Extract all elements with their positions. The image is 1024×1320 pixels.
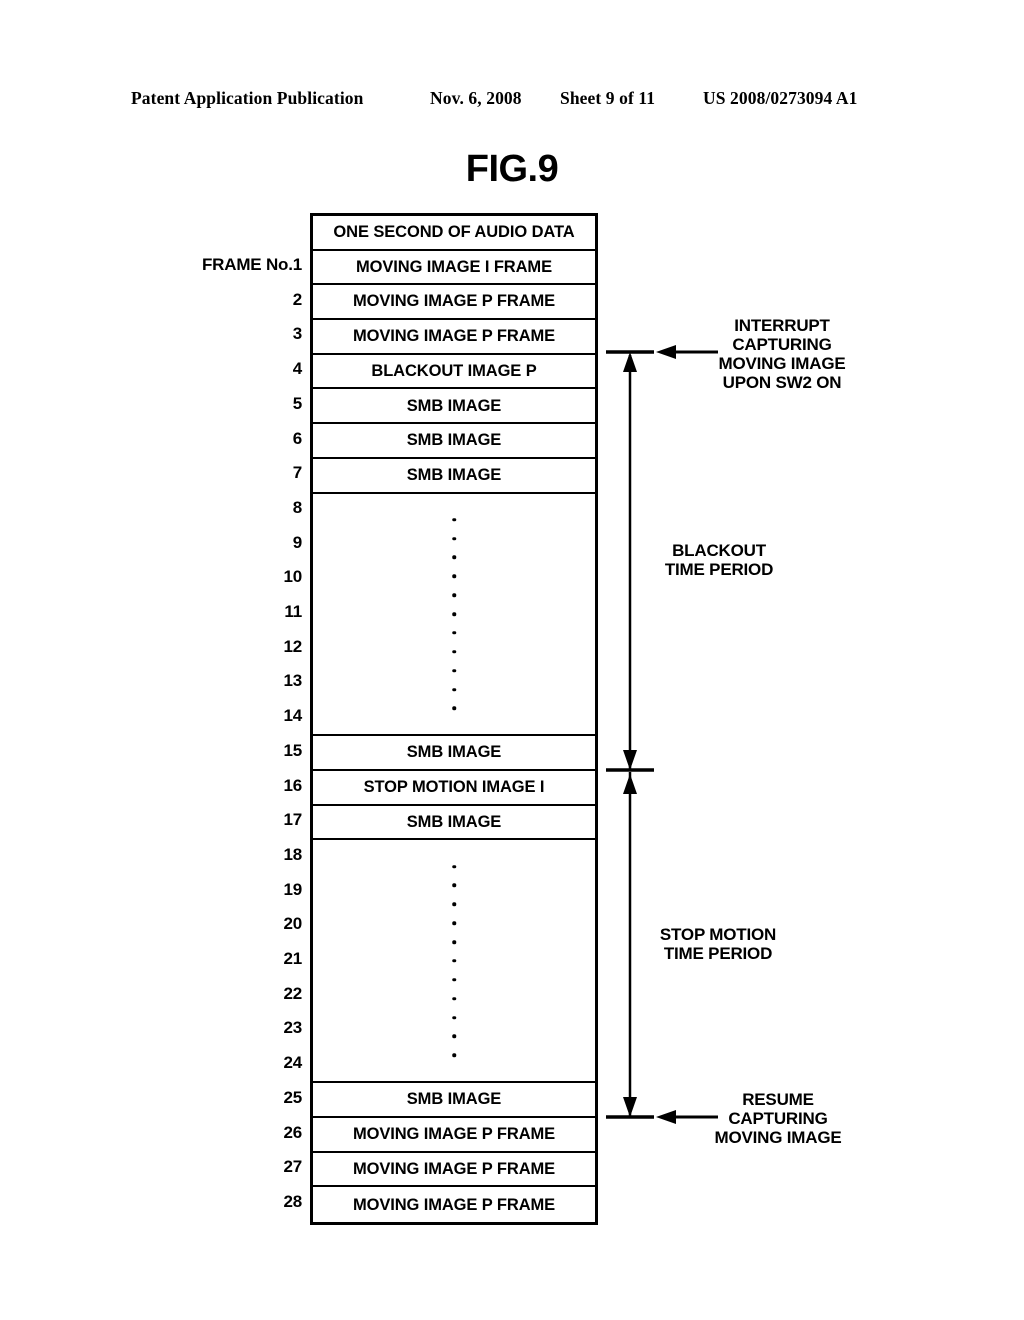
frame-number-label: 3 [292,324,302,344]
frame-number-label: FRAME No.1 [201,255,302,275]
frame-type-label: SMB IMAGE [406,743,502,762]
table-row: SMB IMAGE [313,1083,595,1119]
frame-type-label: MOVING IMAGE P FRAME [352,292,556,311]
frame-type-label: SMB IMAGE [406,431,502,450]
frame-type-label: MOVING IMAGE I FRAME [355,257,552,276]
table-row: SMB IMAGE [313,806,595,841]
frame-type-label: SMB IMAGE [406,812,502,831]
frame-type-label: MOVING IMAGE P FRAME [352,1125,556,1144]
annotation-blackout-time-period: BLACKOUT TIME PERIOD [664,541,774,579]
table-row: MOVING IMAGE P FRAME [313,1118,595,1153]
frame-number-label: 21 [283,949,302,969]
frame-type-label: MOVING IMAGE P FRAME [352,1159,556,1178]
header-sheet-number: Sheet 9 of 11 [560,88,656,108]
header-publication: Patent Application Publication [131,88,364,108]
frame-number-label: 23 [283,1018,302,1038]
audio-data-header: ONE SECOND OF AUDIO DATA [333,223,575,242]
frame-number-label: 16 [283,775,302,795]
frame-type-label: BLACKOUT IMAGE P [371,361,537,380]
frame-number-label: 2 [292,289,302,309]
frame-type-label: SMB IMAGE [406,465,502,484]
table-row-ellipsis [313,494,595,737]
frame-type-label: MOVING IMAGE P FRAME [352,327,556,346]
frame-number-label: 26 [283,1122,302,1142]
frame-number-label: 20 [283,914,302,934]
table-row: SMB IMAGE [313,459,595,494]
table-row: MOVING IMAGE P FRAME [313,285,595,321]
table-row: MOVING IMAGE I FRAME [313,251,595,286]
vertical-ellipsis-icon [452,857,456,1065]
frame-number-label: 14 [283,706,302,726]
table-row: SMB IMAGE [313,424,595,459]
frame-type-label: MOVING IMAGE P FRAME [352,1195,556,1214]
frame-number-label: 19 [283,879,302,899]
vertical-ellipsis-icon [452,510,456,718]
header-patent-number: US 2008/0273094 A1 [703,88,858,108]
frame-number-label: 18 [283,844,302,864]
annotation-interrupt-capturing: INTERRUPT CAPTURING MOVING IMAGE UPON SW2 O… [718,316,846,392]
frame-number-label: 5 [292,393,302,413]
frame-number-label: 25 [283,1087,302,1107]
frame-number-label: 6 [292,428,302,448]
table-row: BLACKOUT IMAGE P [313,355,595,390]
table-row: MOVING IMAGE P FRAME [313,1187,595,1222]
frame-type-label: SMB IMAGE [406,396,502,415]
frame-number-label: 17 [283,810,302,830]
annotation-stop-motion-time-period: STOP MOTION TIME PERIOD [659,925,777,963]
frame-number-label: 15 [283,740,302,760]
frame-number-label: 10 [283,567,302,587]
frame-number-label: 24 [283,1053,302,1073]
frame-number-label: 28 [283,1191,302,1211]
frame-number-label: 12 [283,636,302,656]
frame-type-label: SMB IMAGE [406,1090,502,1109]
header-date: Nov. 6, 2008 [430,88,522,108]
table-row-ellipsis [313,840,595,1084]
table-row: MOVING IMAGE P FRAME [313,320,595,355]
page-header: Patent Application Publication Nov. 6, 2… [0,88,1024,114]
table-row: SMB IMAGE [313,389,595,425]
frame-number-label: 4 [292,359,302,379]
frame-type-label: STOP MOTION IMAGE I [363,778,545,797]
table-row: SMB IMAGE [313,736,595,772]
table-header-row: ONE SECOND OF AUDIO DATA [313,216,595,251]
table-row: MOVING IMAGE P FRAME [313,1153,595,1188]
frame-number-label: 7 [292,463,302,483]
frame-number-label: 11 [284,602,302,622]
frame-number-label: 27 [283,1157,302,1177]
table-row: STOP MOTION IMAGE I [313,771,595,806]
annotation-resume-capturing: RESUME CAPTURING MOVING IMAGE [714,1090,842,1147]
frame-sequence-table: ONE SECOND OF AUDIO DATA MOVING IMAGE I … [310,213,598,1226]
frame-number-label: 22 [283,983,302,1003]
figure-title: FIG.9 [465,148,559,190]
frame-number-label: 9 [292,532,302,552]
frame-number-label: 8 [292,497,302,517]
frame-number-label: 13 [283,671,302,691]
